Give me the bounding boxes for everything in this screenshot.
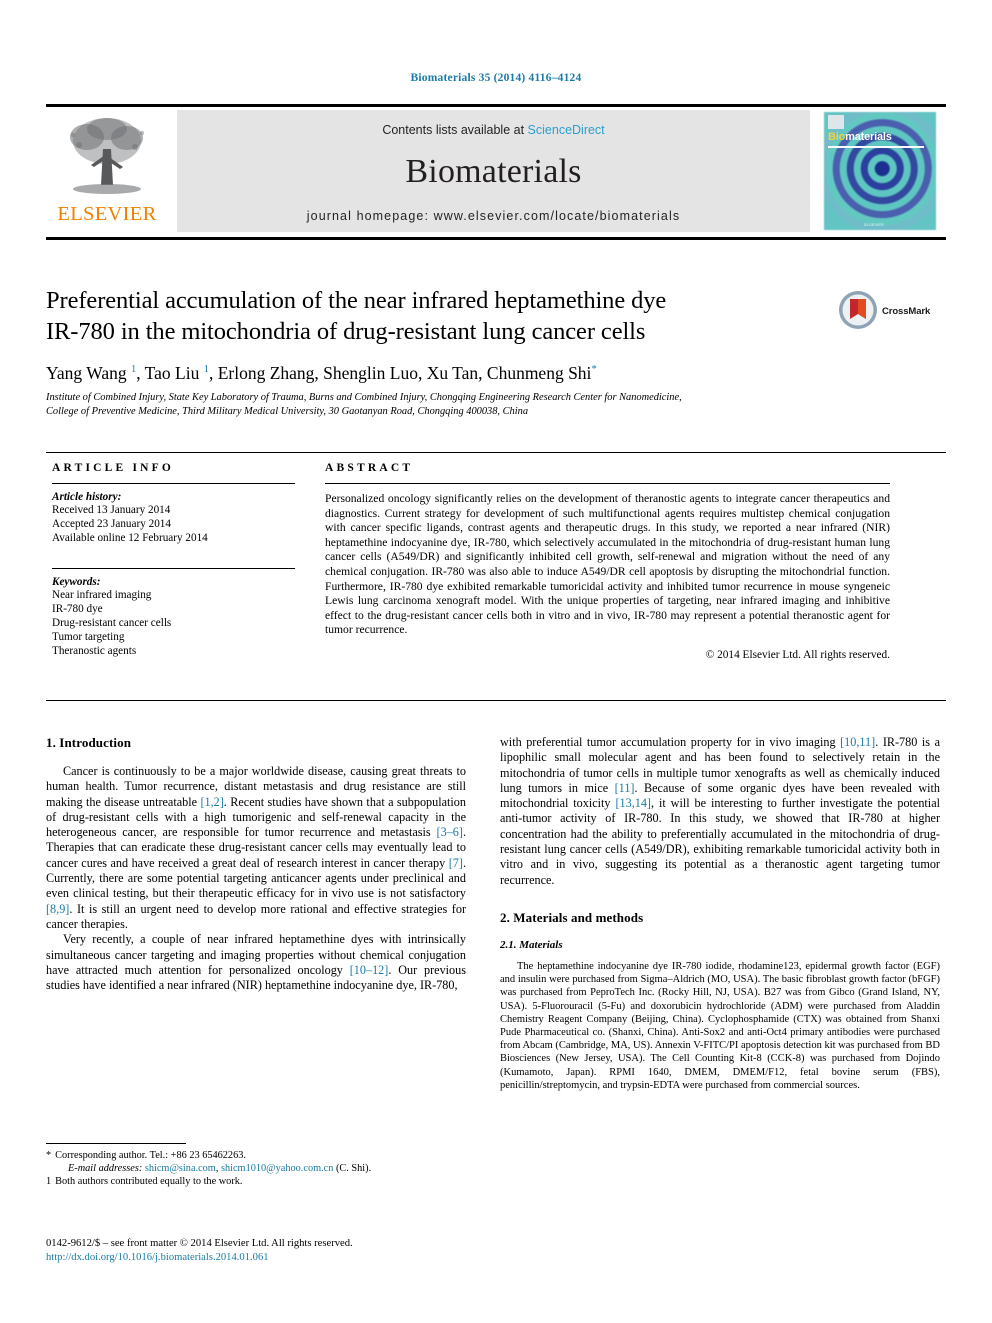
journal-masthead: ELSEVIER Contents lists available at Sci… xyxy=(46,104,946,240)
author-footnote-marker: 1 xyxy=(203,364,209,376)
article-info-column: ARTICLE INFO Article history: Received 1… xyxy=(52,462,302,659)
cover-divider xyxy=(828,146,924,148)
footnote-emails: E-mail addresses: shicm@sina.com, shicm1… xyxy=(46,1162,466,1175)
cover-title-second: materials xyxy=(845,131,892,143)
masthead-top-rule xyxy=(46,104,946,107)
paper-page: Biomaterials 35 (2014) 4116–4124 ELSEVIE… xyxy=(0,0,992,1323)
journal-cover-thumbnail: Biomaterials ELSEVIER xyxy=(818,109,944,233)
subsection-heading-materials: 2.1. Materials xyxy=(500,938,563,951)
author-footnote-marker: 1 xyxy=(130,364,137,376)
elsevier-wordmark: ELSEVIER xyxy=(57,203,157,225)
citation-link[interactable]: [10–12] xyxy=(350,963,389,977)
email-label: E-mail addresses: xyxy=(68,1163,143,1175)
intro-p1-part-e: . It is still an urgent need to develop … xyxy=(46,901,466,931)
contents-prefix: Contents lists available at xyxy=(382,123,525,137)
email-link-primary[interactable]: shicm@sina.com xyxy=(145,1163,216,1174)
materials-paragraph: The heptamethine indocyanine dye IR-780 … xyxy=(500,960,940,1091)
footnote-symbol: 1 xyxy=(46,1176,52,1188)
citation-link[interactable]: [10,11] xyxy=(840,735,875,749)
crossmark-label: CrossMark xyxy=(882,306,931,317)
elsevier-logo: ELSEVIER xyxy=(48,111,166,231)
affiliation-line1: Institute of Combined Injury, State Key … xyxy=(46,392,682,403)
footnotes-block: * Corresponding author. Tel.: +86 23 6546… xyxy=(46,1143,466,1189)
footnote-corresponding-text: Corresponding author. Tel.: +86 23 65462… xyxy=(55,1150,246,1161)
keywords-label: Keywords: xyxy=(52,575,101,588)
citation-link[interactable]: [11] xyxy=(615,781,635,795)
sciencedirect-link[interactable]: ScienceDirect xyxy=(528,123,605,137)
abstract-text: Personalized oncology significantly reli… xyxy=(325,492,890,637)
citation-link[interactable]: [13,14] xyxy=(615,796,651,810)
footnote-equal-text: Both authors contributed equally to the … xyxy=(55,1176,243,1188)
email-link-secondary[interactable]: shicm1010@yahoo.com.cn xyxy=(221,1163,333,1174)
journal-homepage-link[interactable]: journal homepage: www.elsevier.com/locat… xyxy=(177,209,810,223)
intro-paragraph-2: Very recently, a couple of near infrared… xyxy=(46,932,466,993)
citation-link[interactable]: [7] xyxy=(449,856,463,870)
intro-p3-part-a: with preferential tumor accumulation pro… xyxy=(500,735,841,749)
article-info-heading: ARTICLE INFO xyxy=(52,462,175,474)
body-column-left: 1. Introduction Cancer is continuously t… xyxy=(46,735,466,993)
contents-available-line: Contents lists available at ScienceDirec… xyxy=(177,123,810,137)
abstract-column: ABSTRACT Personalized oncology significa… xyxy=(325,462,890,661)
footnote-corresponding-author: * Corresponding author. Tel.: +86 23 6546… xyxy=(46,1149,466,1162)
article-info-rule xyxy=(52,483,295,484)
info-band-top-rule xyxy=(46,452,946,453)
citation-link[interactable]: [3–6] xyxy=(437,825,463,839)
masthead-center: Contents lists available at ScienceDirec… xyxy=(177,110,810,232)
keyword-item: Drug-resistant cancer cells xyxy=(52,617,172,630)
crossmark-badge[interactable]: CrossMark xyxy=(838,290,946,336)
title-block: Preferential accumulation of the near in… xyxy=(46,285,946,418)
article-title: Preferential accumulation of the near in… xyxy=(46,285,836,347)
imprint-front-matter: 0142-9612/$ – see front matter © 2014 El… xyxy=(46,1238,353,1249)
doi-link[interactable]: http://dx.doi.org/10.1016/j.biomaterials… xyxy=(46,1251,486,1265)
citation-link[interactable]: [8,9] xyxy=(46,902,69,916)
section-heading-introduction: 1. Introduction xyxy=(46,735,132,750)
article-history-label: Article history: xyxy=(52,491,122,503)
keyword-item: IR-780 dye xyxy=(52,602,103,615)
author-affiliation: Institute of Combined Injury, State Key … xyxy=(46,391,846,418)
crossmark-icon xyxy=(839,291,877,329)
article-title-line1: Preferential accumulation of the near in… xyxy=(46,287,667,314)
elsevier-tree-icon xyxy=(70,118,145,194)
intro-paragraph-3: with preferential tumor accumulation pro… xyxy=(500,735,940,888)
keyword-item: Theranostic agents xyxy=(52,645,137,658)
masthead-bottom-rule xyxy=(46,237,946,240)
abstract-copyright: © 2014 Elsevier Ltd. All rights reserved… xyxy=(705,648,890,661)
email-suffix: (C. Shi). xyxy=(333,1163,372,1175)
footnote-symbol: * xyxy=(46,1150,52,1161)
cover-publisher-badge-icon xyxy=(828,115,844,129)
article-history-item: Received 13 January 2014 xyxy=(52,504,171,516)
citation-link[interactable]: [1,2] xyxy=(200,795,223,809)
article-history-item: Accepted 23 January 2014 xyxy=(52,518,171,531)
section-heading-materials-methods: 2. Materials and methods xyxy=(500,909,644,925)
footnote-equal-contribution: 1 Both authors contributed equally to the… xyxy=(46,1175,466,1188)
author-list: Yang Wang 1, Tao Liu 1, Erlong Zhang, Sh… xyxy=(46,363,597,383)
journal-title: Biomaterials xyxy=(405,153,582,190)
article-history-item: Available online 12 February 2014 xyxy=(52,532,208,545)
abstract-heading: ABSTRACT xyxy=(325,462,414,474)
imprint-block: 0142-9612/$ – see front matter © 2014 El… xyxy=(46,1237,486,1265)
intro-paragraph-1: Cancer is continuously to be a major wor… xyxy=(46,764,466,932)
corresponding-author-marker: * xyxy=(591,364,597,376)
keyword-item: Tumor targeting xyxy=(52,631,125,644)
footnote-rule xyxy=(46,1143,186,1144)
cover-title-first: Bio xyxy=(828,131,846,143)
running-head: Biomaterials 35 (2014) 4116–4124 xyxy=(410,72,582,84)
affiliation-line2: College of Preventive Medicine, Third Mi… xyxy=(46,405,529,417)
info-band-bottom-rule xyxy=(46,700,946,701)
keyword-item: Near infrared imaging xyxy=(52,588,152,601)
abstract-rule xyxy=(325,483,890,484)
keywords-rule xyxy=(52,567,295,569)
cover-footer: ELSEVIER xyxy=(864,222,884,227)
body-column-right: with preferential tumor accumulation pro… xyxy=(500,735,940,1092)
cover-masthead: Biomaterials xyxy=(828,131,892,143)
article-title-line2: IR-780 in the mitochondria of drug-resis… xyxy=(46,318,646,345)
cover-artwork xyxy=(824,112,936,230)
